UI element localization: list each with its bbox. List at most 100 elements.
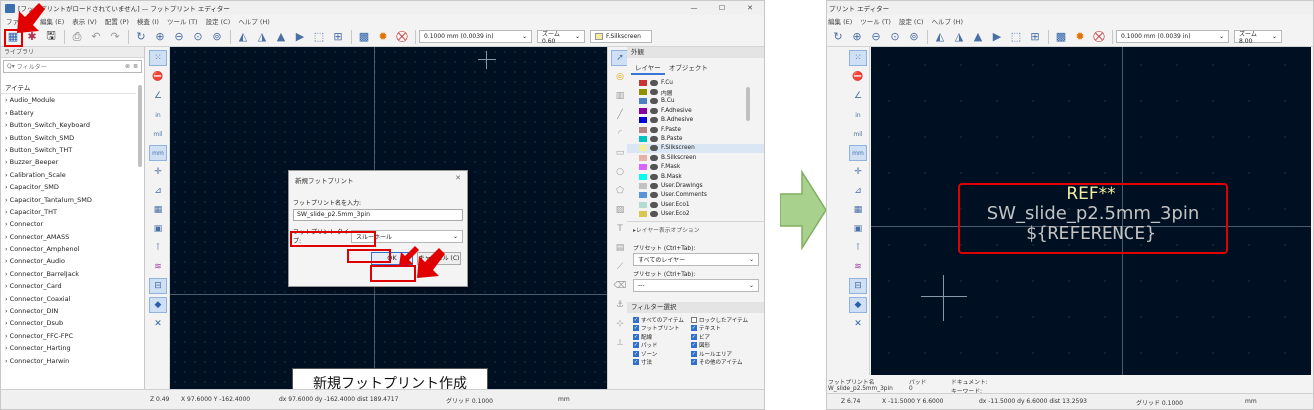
zoom-selection-icon[interactable]: ⊚	[905, 28, 923, 46]
layer-color-swatch[interactable]	[639, 89, 647, 96]
options-icon[interactable]: ≣	[133, 63, 138, 70]
library-item[interactable]: › Connector_BarrelJack	[1, 268, 136, 280]
mirror-v-icon[interactable]: ▲	[969, 28, 987, 46]
checkbox-checked-icon[interactable]: ✓	[691, 325, 697, 332]
eye-icon[interactable]	[650, 89, 658, 96]
library-item[interactable]: › Connector_Harwin	[1, 355, 136, 367]
library-item[interactable]: › Capacitor_SMD	[1, 181, 136, 193]
graphic-outline-icon[interactable]: ⊺	[849, 240, 867, 256]
eye-icon[interactable]	[650, 126, 658, 133]
pad-fill-icon[interactable]: ▦	[849, 202, 867, 218]
filter-checkbox[interactable]: ✓ ビア	[691, 333, 761, 341]
angle-constraint-icon[interactable]: ⊿	[849, 183, 867, 199]
millimeters-icon[interactable]: mm	[149, 145, 167, 161]
properties-icon[interactable]: ✕	[849, 316, 867, 332]
layer-row[interactable]: User.Drawings	[627, 181, 764, 190]
layer-row[interactable]: B.Cu	[627, 97, 764, 106]
zoom-selection-icon[interactable]: ⊚	[208, 28, 226, 46]
menu-help[interactable]: ヘルプ (H)	[238, 16, 270, 26]
eye-icon[interactable]	[650, 136, 658, 143]
filter-checkbox[interactable]: ✓ すべてのアイテム	[633, 316, 691, 324]
checkbox-checked-icon[interactable]: ✓	[691, 342, 697, 349]
rotate-cw-icon[interactable]: ◮	[253, 28, 271, 46]
pad-fill-icon[interactable]: ▦	[149, 202, 167, 218]
properties-icon[interactable]: ✕	[149, 316, 167, 332]
checkbox-checked-icon[interactable]: ✓	[633, 350, 639, 357]
layer-color-swatch[interactable]	[639, 182, 647, 189]
menu-inspect[interactable]: 検査 (I)	[137, 16, 159, 26]
print-icon[interactable]: ⎙	[68, 28, 86, 46]
eye-icon[interactable]	[650, 79, 658, 86]
filter-checkbox[interactable]: ✓ 配線	[633, 333, 691, 341]
zoom-fit-icon[interactable]: ⊙	[886, 28, 904, 46]
layer-row[interactable]: F.Silkscreen	[627, 143, 764, 154]
checkbox-checked-icon[interactable]: ✓	[633, 316, 639, 323]
zoom-select[interactable]: ズーム 8.00 ⌄	[1234, 30, 1282, 45]
layer-row[interactable]: 内層	[627, 87, 764, 97]
checkbox-checked-icon[interactable]: ✓	[691, 350, 697, 357]
library-item[interactable]: › Connector_AMASS	[1, 231, 136, 243]
filter-checkbox[interactable]: ✓ 図形	[691, 341, 761, 349]
refresh-icon[interactable]: ↻	[132, 28, 150, 46]
angle-constraint-icon[interactable]: ⊿	[149, 183, 167, 199]
checkbox-checked-icon[interactable]: ✓	[633, 325, 639, 332]
layer-color-swatch[interactable]	[639, 126, 647, 133]
footprint-props-icon[interactable]: ⊞	[329, 28, 347, 46]
checkbox-checked-icon[interactable]: ✓	[691, 333, 697, 340]
layer-color-swatch[interactable]	[639, 154, 647, 161]
ratsnest-icon[interactable]: ≋	[849, 259, 867, 275]
checkbox-checked-icon[interactable]: ✓	[691, 359, 697, 366]
checkbox-checked-icon[interactable]: ✓	[633, 333, 639, 340]
cursor-shape-icon[interactable]: ✛	[149, 164, 167, 180]
zoom-out-icon[interactable]: ⊖	[170, 28, 188, 46]
eye-icon[interactable]	[650, 98, 658, 105]
board-setup-icon[interactable]: ▩	[355, 28, 373, 46]
rotate-ccw-icon[interactable]: ◭	[234, 28, 252, 46]
checkbox-checked-icon[interactable]: ✓	[633, 342, 639, 349]
rotate-cw-icon[interactable]: ◮	[950, 28, 968, 46]
layer-row[interactable]: F.Mask	[627, 163, 764, 172]
grid-select[interactable]: 0.1000 mm (0.0039 in) ⌄	[1116, 30, 1229, 43]
mils-icon[interactable]: mil	[149, 126, 167, 142]
zoom-out-icon[interactable]: ⊖	[867, 28, 885, 46]
preset-select[interactable]: すべてのレイヤー ⌄	[633, 252, 759, 266]
checkbox-empty-icon[interactable]	[691, 316, 697, 323]
inches-icon[interactable]: in	[849, 107, 867, 123]
layer-color-swatch[interactable]	[639, 164, 647, 171]
layer-row[interactable]: User.Eco2	[627, 209, 764, 218]
menu-help[interactable]: ヘルプ (H)	[932, 16, 964, 26]
layer-row[interactable]: B.Adhesive	[627, 116, 764, 125]
footprint-props-icon[interactable]: ⊞	[1026, 28, 1044, 46]
eye-icon[interactable]	[650, 164, 658, 171]
layer-color-swatch[interactable]	[639, 201, 647, 208]
library-item[interactable]: › Connector_Coaxial	[1, 293, 136, 305]
filter-checkbox[interactable]: ロックしたアイテム	[691, 316, 761, 324]
clear-icon[interactable]: ⊗	[125, 63, 130, 70]
layer-color-swatch[interactable]	[639, 107, 647, 114]
refresh-icon[interactable]: ↻	[829, 28, 847, 46]
filter-checkbox[interactable]: ✓ フットプリント	[633, 324, 691, 332]
redo-icon[interactable]: ↷	[106, 28, 124, 46]
drc-icon[interactable]: ⛒	[1090, 28, 1108, 46]
layer-display-options[interactable]: ▸レイヤー表示オプション	[627, 220, 764, 237]
layer-scrollbar[interactable]	[746, 87, 750, 121]
library-item[interactable]: › Calibration_Scale	[1, 169, 136, 181]
grid-toggle-icon[interactable]: ⁙	[849, 50, 867, 66]
layer-select[interactable]: F.Silkscreen	[590, 30, 652, 43]
pad-table-icon[interactable]: ⬚	[1007, 28, 1025, 46]
filter-checkbox[interactable]: ✓ パッド	[633, 341, 691, 349]
mirror-h-icon[interactable]: ▶	[291, 28, 309, 46]
eye-icon[interactable]	[650, 107, 658, 114]
drc-marker-icon[interactable]: ⛔	[149, 69, 167, 85]
filter-checkbox[interactable]: ✓ ゾーン	[633, 350, 691, 358]
menu-edit[interactable]: 編集 (E)	[828, 16, 852, 26]
layer-color-swatch[interactable]	[639, 192, 647, 199]
library-item[interactable]: › Connector_Card	[1, 280, 136, 292]
drc-icon[interactable]: ⛒	[393, 28, 411, 46]
filter-checkbox[interactable]: ✓ その他のアイテム	[691, 358, 761, 366]
library-item[interactable]: › Button_Switch_Keyboard	[1, 119, 136, 131]
layer-color-swatch[interactable]	[639, 145, 647, 152]
filter-checkbox[interactable]: ✓ テキスト	[691, 324, 761, 332]
minimize-icon[interactable]: —	[680, 1, 708, 15]
mirror-v-icon[interactable]: ▲	[272, 28, 290, 46]
